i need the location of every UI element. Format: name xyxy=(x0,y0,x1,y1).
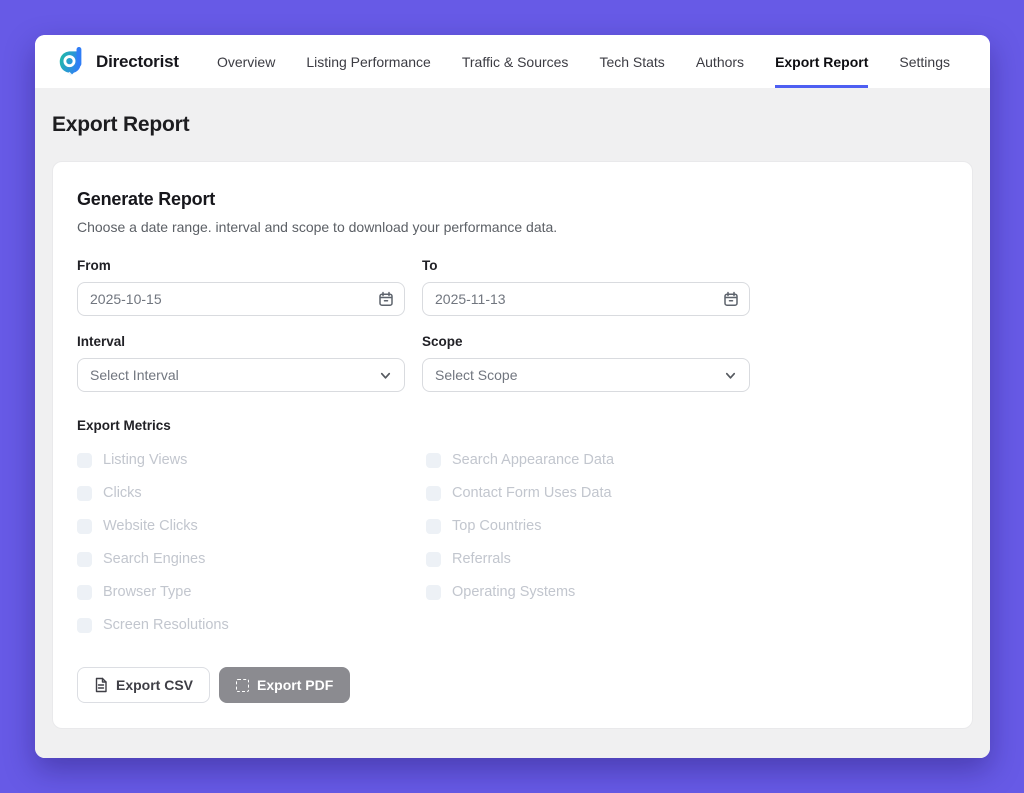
to-label: To xyxy=(422,258,750,273)
calendar-icon[interactable] xyxy=(723,291,739,307)
tab-settings[interactable]: Settings xyxy=(899,35,950,88)
metric-label: Top Countries xyxy=(452,518,541,534)
metric-website-clicks[interactable]: Website Clicks xyxy=(77,516,426,536)
metric-label: Search Engines xyxy=(103,551,205,567)
metrics-left-column: Listing Views Clicks Website Clicks Sear… xyxy=(77,450,426,635)
tab-traffic-sources[interactable]: Traffic & Sources xyxy=(462,35,569,88)
to-field-group: To xyxy=(422,258,750,316)
checkbox-icon[interactable] xyxy=(77,453,92,468)
interval-select[interactable]: Select Interval xyxy=(77,358,405,392)
from-label: From xyxy=(77,258,405,273)
content-area: Export Report Generate Report Choose a d… xyxy=(35,88,990,758)
metric-search-appearance-data[interactable]: Search Appearance Data xyxy=(426,450,948,470)
export-actions: Export CSV Export PDF xyxy=(77,667,948,703)
metric-clicks[interactable]: Clicks xyxy=(77,483,426,503)
top-navbar: Directorist Overview Listing Performance… xyxy=(35,35,990,88)
checkbox-icon[interactable] xyxy=(426,552,441,567)
interval-select-value: Select Interval xyxy=(90,367,179,383)
metric-operating-systems[interactable]: Operating Systems xyxy=(426,582,948,602)
checkbox-icon[interactable] xyxy=(77,552,92,567)
generate-report-card: Generate Report Choose a date range. int… xyxy=(52,161,973,729)
metric-browser-type[interactable]: Browser Type xyxy=(77,582,426,602)
metrics-right-column: Search Appearance Data Contact Form Uses… xyxy=(426,450,948,635)
checkbox-icon[interactable] xyxy=(77,486,92,501)
metric-label: Clicks xyxy=(103,485,142,501)
metric-label: Website Clicks xyxy=(103,518,198,534)
export-csv-button[interactable]: Export CSV xyxy=(77,667,210,703)
tab-export-report[interactable]: Export Report xyxy=(775,35,868,88)
metric-label: Browser Type xyxy=(103,584,191,600)
metric-label: Referrals xyxy=(452,551,511,567)
checkbox-icon[interactable] xyxy=(77,618,92,633)
metric-referrals[interactable]: Referrals xyxy=(426,549,948,569)
scope-select-value: Select Scope xyxy=(435,367,518,383)
metric-label: Contact Form Uses Data xyxy=(452,485,612,501)
app-window: Directorist Overview Listing Performance… xyxy=(35,35,990,758)
tab-overview[interactable]: Overview xyxy=(217,35,275,88)
brand[interactable]: Directorist xyxy=(58,35,179,88)
tab-tech-stats[interactable]: Tech Stats xyxy=(599,35,664,88)
export-metrics-label: Export Metrics xyxy=(77,418,948,433)
checkbox-icon[interactable] xyxy=(77,585,92,600)
brand-name: Directorist xyxy=(96,52,179,72)
export-pdf-button[interactable]: Export PDF xyxy=(219,667,350,703)
interval-label: Interval xyxy=(77,334,405,349)
scope-select[interactable]: Select Scope xyxy=(422,358,750,392)
metric-search-engines[interactable]: Search Engines xyxy=(77,549,426,569)
interval-scope-row: Interval Select Interval Scope Select Sc… xyxy=(77,334,948,392)
from-field-group: From xyxy=(77,258,405,316)
tab-authors[interactable]: Authors xyxy=(696,35,744,88)
checkbox-icon[interactable] xyxy=(426,486,441,501)
date-range-row: From xyxy=(77,258,948,316)
card-subtitle: Choose a date range. interval and scope … xyxy=(77,219,948,235)
scope-field-group: Scope Select Scope xyxy=(422,334,750,392)
page-title: Export Report xyxy=(52,113,973,137)
metric-label: Search Appearance Data xyxy=(452,452,614,468)
dashed-square-icon xyxy=(236,679,249,692)
metric-top-countries[interactable]: Top Countries xyxy=(426,516,948,536)
export-pdf-label: Export PDF xyxy=(257,677,333,693)
tab-listing-performance[interactable]: Listing Performance xyxy=(306,35,431,88)
main-nav: Overview Listing Performance Traffic & S… xyxy=(217,35,950,88)
checkbox-icon[interactable] xyxy=(426,453,441,468)
file-icon xyxy=(94,677,108,693)
metric-label: Screen Resolutions xyxy=(103,617,229,633)
calendar-icon[interactable] xyxy=(378,291,394,307)
metric-label: Listing Views xyxy=(103,452,187,468)
metric-label: Operating Systems xyxy=(452,584,575,600)
directorist-logo-icon xyxy=(58,46,88,78)
checkbox-icon[interactable] xyxy=(426,585,441,600)
export-csv-label: Export CSV xyxy=(116,677,193,693)
from-date-input[interactable] xyxy=(77,282,405,316)
export-metrics-grid: Listing Views Clicks Website Clicks Sear… xyxy=(77,450,948,635)
metric-screen-resolutions[interactable]: Screen Resolutions xyxy=(77,615,426,635)
checkbox-icon[interactable] xyxy=(77,519,92,534)
to-date-input[interactable] xyxy=(422,282,750,316)
checkbox-icon[interactable] xyxy=(426,519,441,534)
interval-field-group: Interval Select Interval xyxy=(77,334,405,392)
chevron-down-icon xyxy=(379,369,392,382)
metric-listing-views[interactable]: Listing Views xyxy=(77,450,426,470)
metric-contact-form-uses-data[interactable]: Contact Form Uses Data xyxy=(426,483,948,503)
chevron-down-icon xyxy=(724,369,737,382)
card-title: Generate Report xyxy=(77,189,948,210)
scope-label: Scope xyxy=(422,334,750,349)
